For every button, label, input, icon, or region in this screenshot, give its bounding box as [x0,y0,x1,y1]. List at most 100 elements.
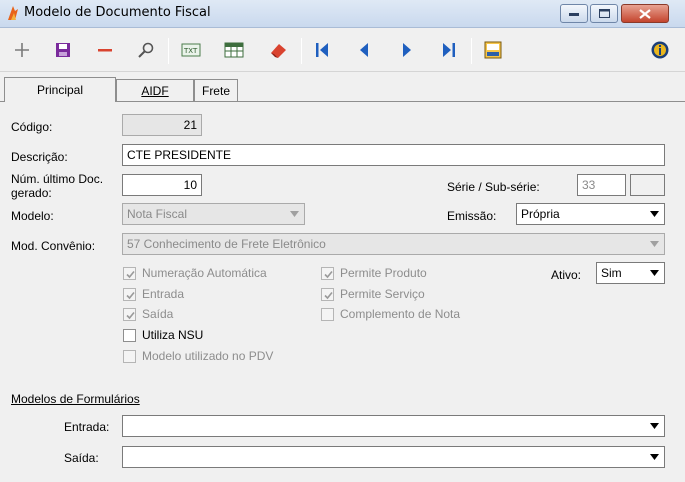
eraser-icon [271,44,286,58]
close-icon [639,8,651,19]
descricao-field[interactable]: CTE PRESIDENTE [122,144,665,166]
checkbox-box [321,307,334,321]
modelo-label: Modelo: [11,209,54,223]
complemento-nota-label: Complemento de Nota [340,307,461,321]
form-entrada-select[interactable] [122,415,665,437]
modelo-select: Nota Fiscal [122,203,305,225]
log-icon [484,41,502,59]
minimize-icon [569,12,579,16]
tab-aidf-label: AIDF [141,83,169,98]
serie-field[interactable]: 33 [577,174,626,196]
entrada-label: Entrada [142,287,185,301]
tab-frete-label: Frete [201,83,230,98]
modelo-pdv-label: Modelo utilizado no PDV [142,349,274,363]
tab-frete[interactable]: Frete [194,79,238,101]
first-record-button[interactable] [308,36,336,64]
window-title: Modelo de Documento Fiscal [24,5,211,20]
permite-servico-label: Permite Serviço [340,287,425,301]
info-icon [651,41,669,59]
ativo-value: Sim [601,266,622,280]
permite-produto-checkbox: Permite Produto [321,266,427,280]
delete-icon [98,49,112,52]
next-record-icon [403,43,411,57]
chevron-down-icon[interactable] [646,205,663,223]
last-record-icon [443,43,455,57]
emissao-select[interactable]: Própria [516,203,665,225]
utiliza-nsu-checkbox[interactable]: Utiliza NSU [123,328,203,342]
emissao-value: Própria [521,207,560,221]
minimize-button[interactable] [560,4,588,23]
entrada-checkbox: Entrada [123,287,184,301]
toolbar-separator [301,38,302,64]
utiliza-nsu-label: Utiliza NSU [142,328,204,342]
checkbox-box [123,349,136,363]
prev-record-button[interactable] [350,36,378,64]
info-button[interactable] [646,36,674,64]
tab-principal-label: Principal [36,83,84,97]
chevron-down-icon [646,235,663,253]
delete-button[interactable] [91,36,119,64]
grid-icon [224,42,244,58]
numeracao-automatica-label: Numeração Automática [142,266,267,280]
grid-button[interactable] [220,36,248,64]
tab-aidf[interactable]: AIDF [116,79,194,101]
search-button[interactable] [132,36,160,64]
checkbox-box[interactable] [123,328,136,342]
num-ultimo-label-line2: gerado: [11,186,52,200]
log-button[interactable] [479,36,507,64]
add-icon [15,43,29,57]
mod-convenio-select: 57 Conhecimento de Frete Eletrônico [122,233,665,255]
mod-convenio-label: Mod. Convênio: [11,239,96,253]
text-button[interactable]: TXT [177,36,205,64]
ativo-select[interactable]: Sim [596,262,665,284]
form-entrada-label: Entrada: [64,420,110,434]
last-record-button[interactable] [435,36,463,64]
ativo-label: Ativo: [551,268,582,282]
chevron-down-icon[interactable] [646,264,663,282]
tab-principal[interactable]: Principal [4,77,116,102]
modelo-value: Nota Fiscal [127,207,188,221]
prev-record-icon [360,43,368,57]
next-record-button[interactable] [393,36,421,64]
checkbox-box [321,266,334,280]
toolbar-separator [168,38,169,64]
text-icon: TXT [181,43,201,57]
checkbox-box [123,287,136,301]
complemento-nota-checkbox: Complemento de Nota [321,307,460,321]
numeracao-automatica-checkbox: Numeração Automática [123,266,267,280]
maximize-button[interactable] [590,4,618,23]
descricao-label: Descrição: [11,150,68,164]
close-button[interactable] [621,4,669,23]
num-ultimo-field[interactable]: 10 [122,174,202,196]
first-record-icon [316,43,328,57]
codigo-label: Código: [11,120,53,134]
serie-label: Série / Sub-série: [447,180,540,194]
num-ultimo-label: Núm. último Doc. gerado: [11,172,103,200]
form-saida-label: Saída: [64,451,99,465]
save-button[interactable] [49,36,77,64]
add-button[interactable] [8,36,36,64]
svg-text:TXT: TXT [183,47,198,55]
search-icon [138,42,154,58]
checkbox-box [123,307,136,321]
num-ultimo-label-line1: Núm. último Doc. [11,172,104,186]
toolbar-separator [471,38,472,64]
codigo-field: 21 [122,114,202,136]
permite-servico-checkbox: Permite Serviço [321,287,425,301]
chevron-down-icon[interactable] [646,448,663,466]
chevron-down-icon[interactable] [646,417,663,435]
saida-checkbox: Saída [123,307,173,321]
chevron-down-icon [286,205,303,223]
form-saida-select[interactable] [122,446,665,468]
modelo-pdv-checkbox: Modelo utilizado no PDV [123,349,273,363]
formularios-section-title: Modelos de Formulários [11,392,140,406]
emissao-label: Emissão: [447,209,497,223]
save-icon [56,43,70,57]
subserie-field[interactable] [630,174,665,196]
checkbox-box [321,287,334,301]
eraser-button[interactable] [264,36,292,64]
maximize-icon [598,9,610,18]
permite-produto-label: Permite Produto [340,266,427,280]
saida-label: Saída [142,307,174,321]
app-logo-icon [6,5,20,21]
